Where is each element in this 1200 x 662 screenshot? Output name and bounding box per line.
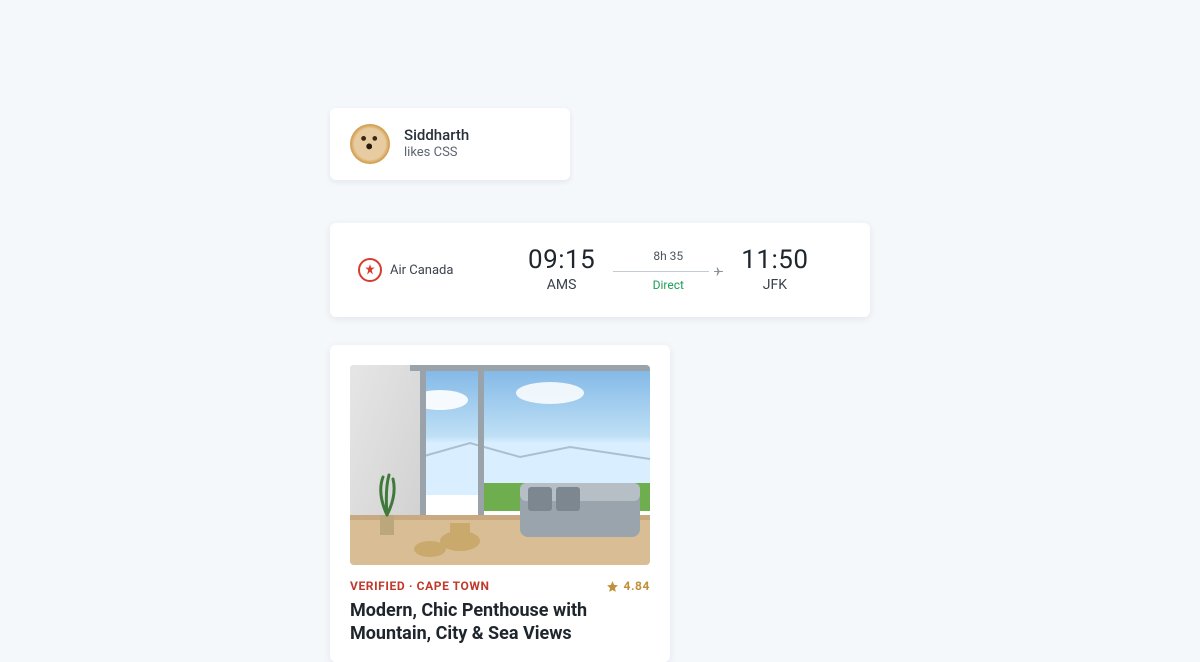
arrive-time: 11:50 xyxy=(741,247,808,273)
route-line xyxy=(613,266,723,276)
depart-time: 09:15 xyxy=(528,247,595,273)
depart-block: 09:15 AMS xyxy=(528,247,595,293)
flight-card: Air Canada 09:15 AMS 8h 35 Direct 11:50 … xyxy=(330,223,870,317)
arrive-block: 11:50 JFK xyxy=(741,247,808,293)
airline-logo-icon xyxy=(358,258,382,282)
profile-avatar xyxy=(350,124,390,164)
flight-stops: Direct xyxy=(613,278,723,292)
profile-card: Siddharth likes CSS xyxy=(330,108,570,180)
route-middle: 8h 35 Direct xyxy=(613,249,723,292)
flight-duration: 8h 35 xyxy=(613,249,723,263)
star-icon xyxy=(606,580,619,593)
profile-text-block: Siddharth likes CSS xyxy=(404,126,469,162)
listing-meta-row: VERIFIED · CAPE TOWN 4.84 xyxy=(350,579,650,593)
listing-photo xyxy=(350,365,650,565)
listing-verified-tag: VERIFIED · CAPE TOWN xyxy=(350,579,490,593)
listing-card: VERIFIED · CAPE TOWN 4.84 Modern, Chic P… xyxy=(330,345,670,662)
profile-subtitle: likes CSS xyxy=(404,145,469,162)
depart-code: AMS xyxy=(528,277,595,293)
airline-block: Air Canada xyxy=(358,258,528,282)
listing-rating-value: 4.84 xyxy=(623,579,650,593)
plane-icon xyxy=(713,265,725,277)
arrive-code: JFK xyxy=(741,277,808,293)
listing-rating: 4.84 xyxy=(606,579,650,593)
listing-title: Modern, Chic Penthouse with Mountain, Ci… xyxy=(350,599,650,646)
airline-name: Air Canada xyxy=(390,263,453,278)
flight-times: 09:15 AMS 8h 35 Direct 11:50 JFK xyxy=(528,247,809,293)
profile-name: Siddharth xyxy=(404,126,469,146)
